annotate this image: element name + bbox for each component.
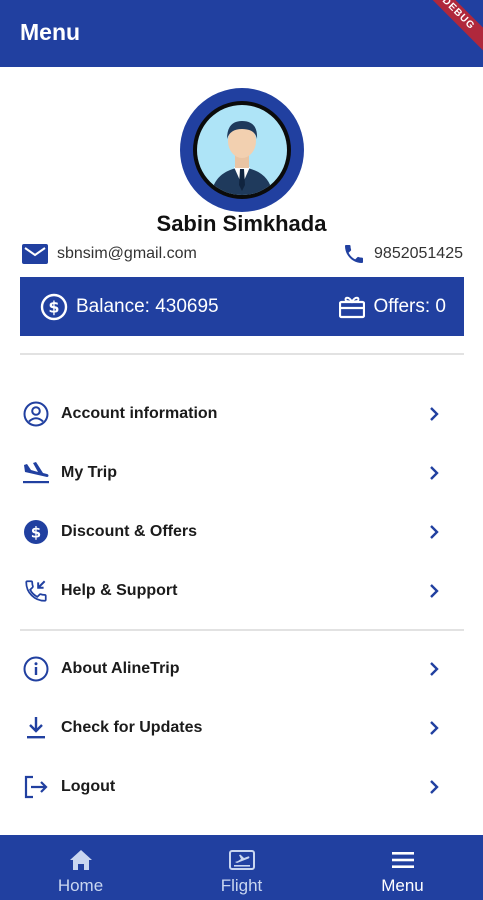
balance-text: Balance: 430695: [76, 295, 219, 317]
gift-card-icon: [339, 296, 366, 318]
nav-item-flight[interactable]: Flight: [161, 835, 322, 900]
menu-item-about[interactable]: About AlineTrip: [0, 639, 483, 698]
menu-label: Discount & Offers: [61, 522, 198, 540]
divider: [20, 629, 464, 631]
chevron-right-icon: [430, 779, 439, 794]
menu-item-help-support[interactable]: Help & Support: [0, 561, 483, 620]
page-title: Menu: [20, 19, 81, 45]
account-circle-icon: [22, 400, 50, 428]
menu-label: About AlineTrip: [61, 659, 180, 677]
debug-banner: DEBUG: [413, 0, 483, 59]
chevron-right-icon: [430, 465, 439, 480]
nav-item-home[interactable]: Home: [0, 835, 161, 900]
menu-label: Help & Support: [61, 581, 178, 599]
chevron-right-icon: [430, 524, 439, 539]
menu-label: Account information: [61, 404, 218, 422]
balance-info[interactable]: $ Balance: 430695: [40, 277, 219, 336]
home-icon: [69, 850, 92, 870]
menu-icon: [391, 852, 414, 868]
app-bar: Menu DEBUG: [0, 0, 483, 67]
nav-label: Menu: [381, 876, 424, 895]
chevron-right-icon: [430, 720, 439, 735]
chevron-right-icon: [430, 406, 439, 421]
menu-item-logout[interactable]: Logout: [0, 757, 483, 816]
email-row: sbnsim@gmail.com: [22, 243, 197, 265]
nav-label: Flight: [220, 876, 263, 895]
dollar-circle-icon: $: [22, 518, 50, 546]
menu-item-account-information[interactable]: Account information: [0, 384, 483, 443]
nav-label: Home: [57, 876, 104, 895]
svg-text:$: $: [31, 523, 41, 541]
offers-text: Offers: 0: [373, 295, 446, 317]
user-avatar-icon: [197, 105, 287, 195]
balance-bar: $ Balance: 430695 Offers: 0: [20, 277, 464, 336]
divider: [20, 353, 464, 355]
menu-label: My Trip: [61, 463, 118, 481]
phone-text: 9852051425: [374, 245, 463, 262]
download-icon: [22, 714, 50, 742]
menu-label: Check for Updates: [61, 718, 203, 736]
nav-item-menu[interactable]: Menu: [322, 835, 483, 900]
user-name: Sabin Simkhada: [156, 211, 327, 236]
menu-item-discount-offers[interactable]: $ Discount & Offers: [0, 502, 483, 561]
info-icon: [22, 655, 50, 683]
flight-land-icon: [22, 459, 50, 487]
dollar-circle-icon: $: [40, 293, 68, 320]
menu-label: Logout: [61, 777, 116, 795]
phone-icon: [345, 245, 364, 263]
flight-ticket-icon: [228, 850, 255, 870]
menu-item-check-updates[interactable]: Check for Updates: [0, 698, 483, 757]
bottom-nav: Home Flight Menu: [0, 835, 483, 900]
offers-info[interactable]: Offers: 0: [339, 277, 446, 336]
svg-text:$: $: [48, 297, 59, 316]
email-icon: [22, 244, 48, 264]
menu-item-my-trip[interactable]: My Trip: [0, 443, 483, 502]
chevron-right-icon: [430, 661, 439, 676]
chevron-right-icon: [430, 583, 439, 598]
avatar[interactable]: [180, 88, 304, 212]
logout-icon: [22, 773, 50, 801]
email-text: sbnsim@gmail.com: [57, 245, 197, 262]
phone-row: 9852051425: [342, 243, 463, 265]
phone-callback-icon: [22, 577, 50, 605]
